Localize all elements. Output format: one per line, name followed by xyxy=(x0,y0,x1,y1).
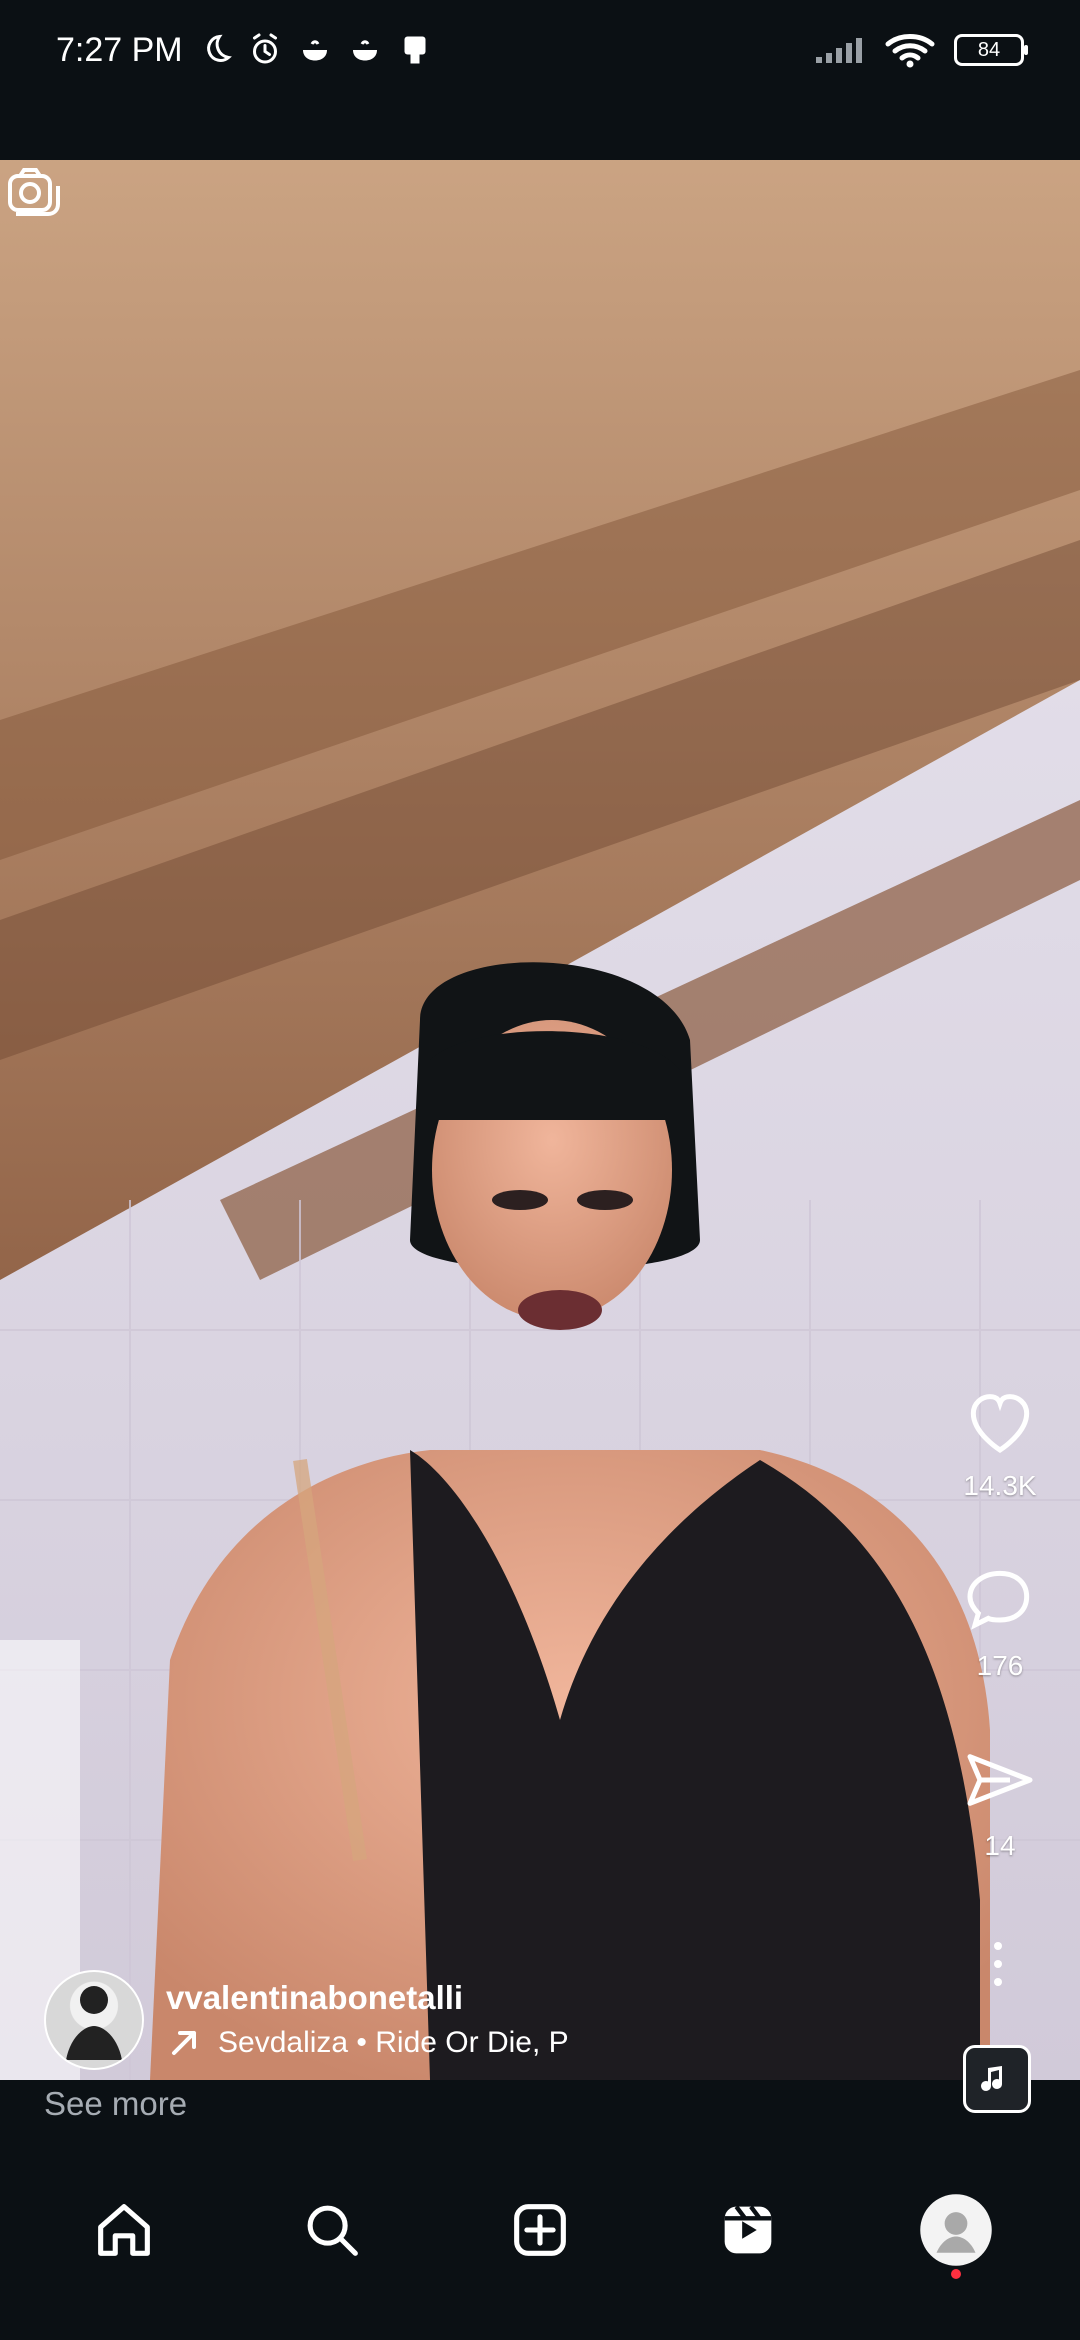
notification-dot xyxy=(951,2269,961,2279)
music-tile[interactable] xyxy=(963,2045,1031,2113)
nav-home[interactable] xyxy=(69,2175,179,2285)
alarm-icon xyxy=(252,33,277,64)
signal-icon xyxy=(816,38,862,63)
battery-text: 84 xyxy=(977,38,1001,61)
profile-icon xyxy=(920,2194,992,2266)
arrow-up-right-icon xyxy=(172,2031,196,2055)
comment-count: 176 xyxy=(976,1650,1024,1681)
moon-icon xyxy=(206,34,232,62)
heart-icon[interactable] xyxy=(960,1380,1040,1460)
audio-row[interactable]: Sevdaliza • Ride Or Die, P xyxy=(166,2025,578,2061)
music-icon xyxy=(981,2066,1002,2091)
share-action: 14 xyxy=(950,1740,1050,1862)
bowl-icon xyxy=(302,40,327,61)
see-more[interactable]: See more xyxy=(44,2085,187,2123)
reel-video[interactable] xyxy=(0,160,1080,2080)
username[interactable]: vvalentinabonetalli xyxy=(166,1979,578,2017)
time-text: 7:27 PM xyxy=(56,30,183,69)
battery-cap xyxy=(1024,45,1028,55)
avatar[interactable] xyxy=(44,1970,144,2070)
top-gap xyxy=(0,100,1080,160)
status-right: 84 xyxy=(814,32,1028,68)
nav-profile[interactable] xyxy=(901,2175,1011,2285)
status-bar: 7:27 PM 84 xyxy=(0,0,1080,100)
creator-block: vvalentinabonetalli Sevdaliza • Ride Or … xyxy=(44,1970,578,2070)
share-icon[interactable] xyxy=(960,1740,1040,1820)
create-icon xyxy=(514,2204,566,2256)
reels-icon xyxy=(724,2205,772,2254)
more-icon[interactable] xyxy=(978,1934,1018,1994)
share-count: 14 xyxy=(984,1830,1016,1861)
avatar-photo xyxy=(66,1986,122,2060)
creator-text: vvalentinabonetalli Sevdaliza • Ride Or … xyxy=(166,1979,578,2061)
nav-create[interactable] xyxy=(485,2175,595,2285)
device-icon xyxy=(404,36,426,64)
battery-indicator: 84 xyxy=(954,34,1028,66)
status-left: 7:27 PM xyxy=(56,31,433,70)
comment-icon[interactable] xyxy=(960,1560,1040,1640)
nav-reels[interactable] xyxy=(693,2175,803,2285)
bowl-icon xyxy=(352,40,377,61)
home-icon xyxy=(98,2204,150,2256)
gesture-bar xyxy=(0,2295,1080,2340)
search-icon xyxy=(307,2205,358,2256)
comment-action: 176 xyxy=(950,1560,1050,1682)
camera-icon[interactable] xyxy=(0,160,64,224)
like-count: 14.3K xyxy=(963,1470,1037,1501)
audio-text: Sevdaliza • Ride Or Die, P xyxy=(218,2026,569,2059)
video-frame xyxy=(0,160,1080,2080)
nav-search[interactable] xyxy=(277,2175,387,2285)
wifi-icon xyxy=(885,34,935,68)
bottom-navigation xyxy=(0,2165,1080,2295)
right-action-rail: 14.3K xyxy=(950,1380,1050,1502)
